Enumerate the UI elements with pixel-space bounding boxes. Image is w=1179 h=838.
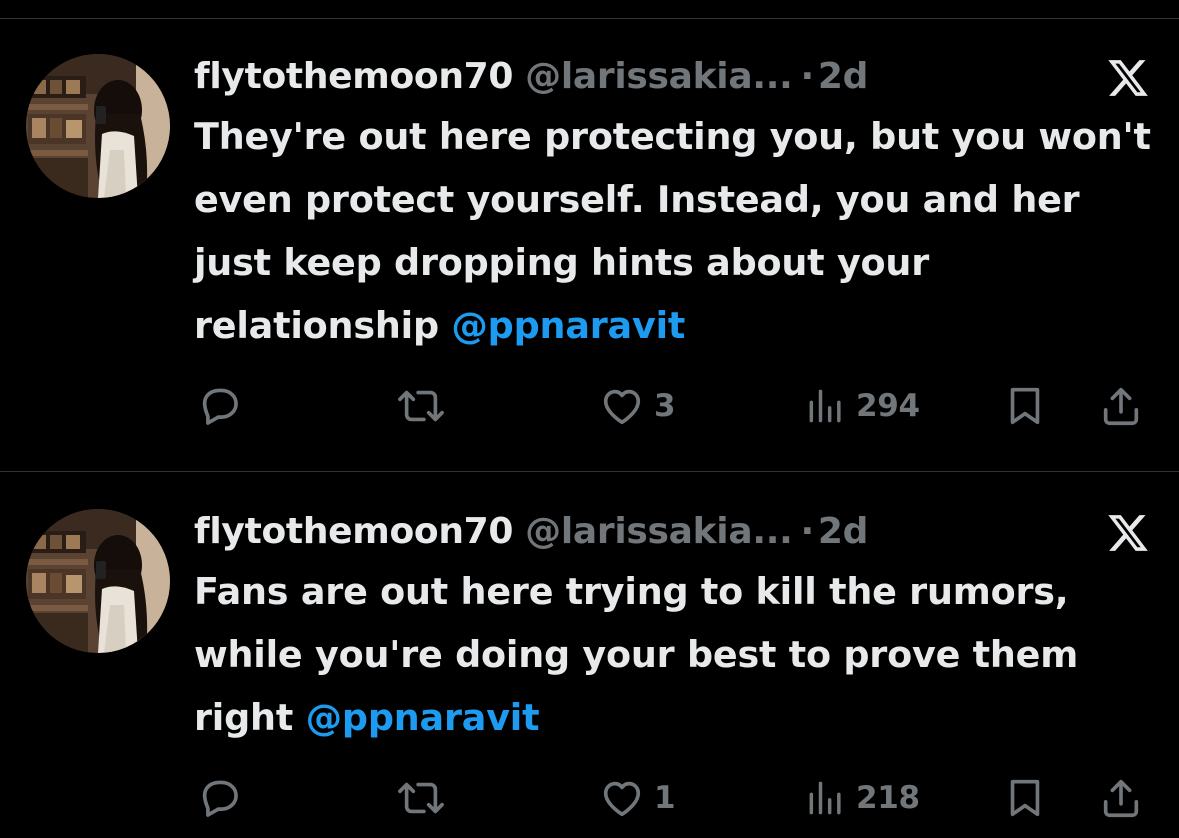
heart-icon bbox=[603, 389, 641, 425]
heart-icon bbox=[603, 781, 641, 817]
avatar[interactable] bbox=[26, 509, 170, 653]
tweet-2-actions: 1 218 bbox=[0, 770, 1179, 826]
display-name[interactable]: flytothemoon70 bbox=[194, 507, 513, 557]
share-button[interactable] bbox=[1098, 770, 1144, 826]
bookmark-icon bbox=[1010, 387, 1040, 425]
tweet-text: They're out here protecting you, but you… bbox=[194, 105, 1154, 357]
like-button[interactable]: 3 bbox=[598, 378, 676, 434]
bookmark-icon bbox=[1010, 779, 1040, 817]
x-logo-icon[interactable] bbox=[1102, 511, 1154, 555]
like-button[interactable]: 1 bbox=[598, 770, 676, 826]
mention-link[interactable]: @ppnaravit bbox=[451, 304, 685, 347]
share-button[interactable] bbox=[1098, 378, 1144, 434]
tweet-content: flytothemoon70 @larissakia... · 2d Fans … bbox=[194, 507, 1154, 749]
tweet-header: flytothemoon70 @larissakia... · 2d bbox=[194, 507, 1154, 557]
reply-button[interactable] bbox=[196, 770, 242, 826]
like-count: 1 bbox=[654, 780, 676, 816]
tweet-text: Fans are out here trying to kill the rum… bbox=[194, 560, 1154, 749]
separator-dot: · bbox=[800, 56, 814, 97]
retweet-icon bbox=[398, 390, 444, 422]
avatar[interactable] bbox=[26, 54, 170, 198]
timestamp[interactable]: 2d bbox=[818, 52, 869, 102]
timestamp[interactable]: 2d bbox=[818, 507, 869, 557]
tweet-header: flytothemoon70 @larissakia... · 2d bbox=[194, 52, 1154, 102]
views-icon bbox=[809, 781, 841, 815]
tweet-1-actions: 3 294 bbox=[0, 378, 1179, 434]
share-icon bbox=[1103, 387, 1139, 426]
retweet-button[interactable] bbox=[394, 378, 448, 434]
bookmark-button[interactable] bbox=[1002, 378, 1048, 434]
user-handle[interactable]: @larissakia... bbox=[525, 507, 793, 557]
display-name[interactable]: flytothemoon70 bbox=[194, 52, 513, 102]
reply-button[interactable] bbox=[196, 378, 242, 434]
x-logo-icon[interactable] bbox=[1102, 56, 1154, 100]
separator-dot: · bbox=[800, 511, 814, 552]
views-icon bbox=[809, 389, 841, 423]
reply-icon bbox=[202, 780, 238, 817]
user-handle[interactable]: @larissakia... bbox=[525, 52, 793, 102]
share-icon bbox=[1103, 779, 1139, 818]
tweet-content: flytothemoon70 @larissakia... · 2d They'… bbox=[194, 52, 1154, 357]
mention-link[interactable]: @ppnaravit bbox=[306, 696, 540, 739]
views-button[interactable]: 218 bbox=[804, 770, 920, 826]
reply-icon bbox=[202, 388, 238, 425]
retweet-icon bbox=[398, 782, 444, 814]
views-count: 294 bbox=[856, 388, 920, 424]
tweet-divider bbox=[0, 471, 1179, 472]
bookmark-button[interactable] bbox=[1002, 770, 1048, 826]
retweet-button[interactable] bbox=[394, 770, 448, 826]
views-button[interactable]: 294 bbox=[804, 378, 920, 434]
like-count: 3 bbox=[654, 388, 676, 424]
views-count: 218 bbox=[856, 780, 920, 816]
top-divider bbox=[0, 18, 1179, 19]
